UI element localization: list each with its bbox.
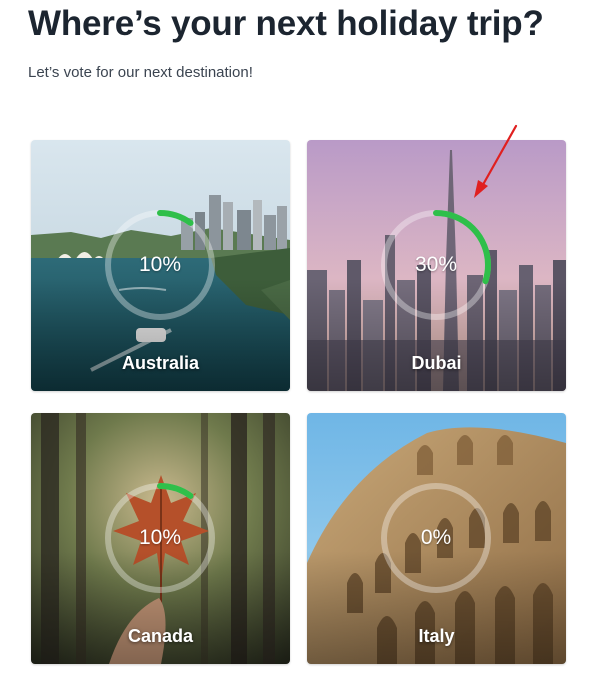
destination-name: Canada (127, 626, 194, 646)
destination-card-canada[interactable]: 10% Canada (31, 413, 290, 664)
vote-percentage: 30% (414, 253, 458, 276)
destination-card-italy[interactable]: 0% Italy (307, 413, 566, 664)
vote-percentage: 10% (138, 253, 182, 276)
page-subtitle: Let’s vote for our next destination! (28, 64, 253, 81)
destination-card-dubai[interactable]: 30% Dubai (307, 140, 566, 391)
vote-percentage: 10% (138, 526, 182, 549)
destination-card-australia[interactable]: 10% Australia (31, 140, 290, 391)
vote-percentage: 0% (420, 526, 452, 549)
destination-name: Italy (418, 626, 455, 646)
page-title: Where’s your next holiday trip? (28, 4, 544, 43)
destination-name: Australia (121, 353, 200, 373)
destination-name: Dubai (411, 353, 462, 373)
